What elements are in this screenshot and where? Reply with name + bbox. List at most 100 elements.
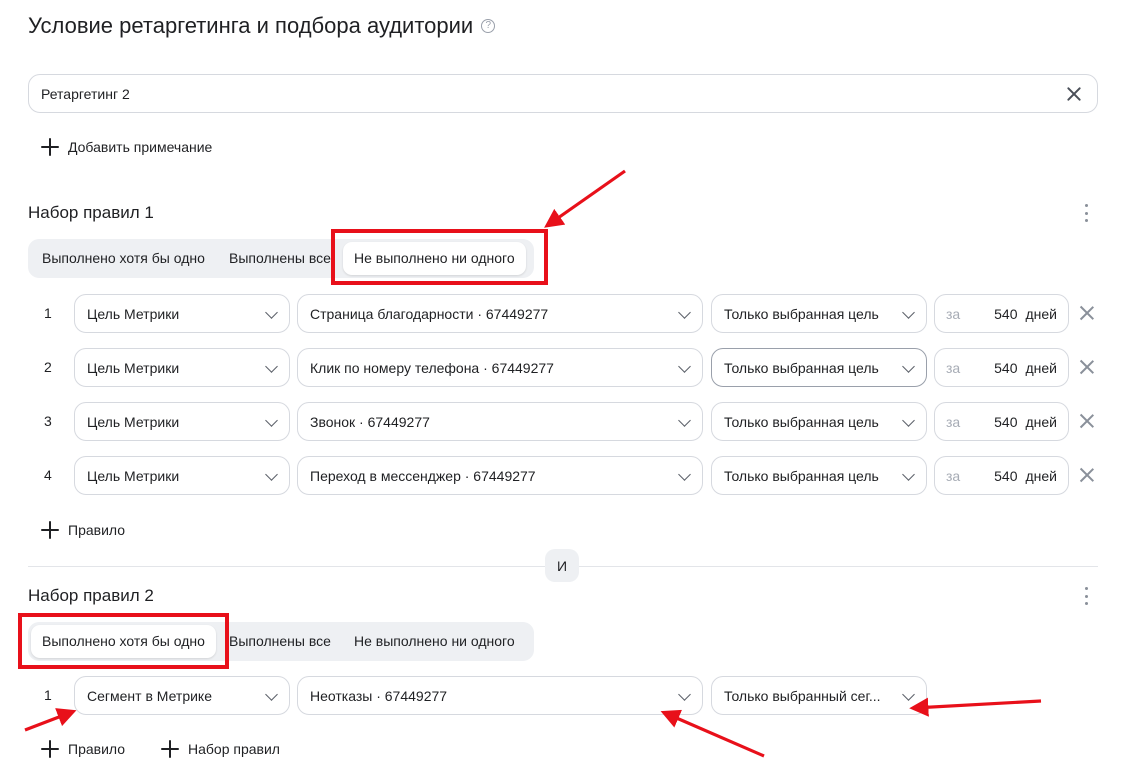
plus-icon bbox=[160, 739, 180, 759]
chevron-down-icon bbox=[902, 416, 914, 428]
add-rule-set-button[interactable]: Набор правил bbox=[160, 739, 280, 759]
period-field[interactable]: за 540 дней bbox=[934, 348, 1069, 387]
period-unit: дней bbox=[1025, 467, 1057, 484]
rule-type-select[interactable]: Цель Метрики bbox=[74, 402, 290, 441]
scope-select[interactable]: Только выбранная цель bbox=[711, 294, 927, 333]
chevron-down-icon bbox=[678, 362, 690, 374]
mode-any-tab[interactable]: Выполнено хотя бы одно bbox=[31, 242, 216, 275]
add-rule-button[interactable]: Правило bbox=[40, 739, 125, 759]
mode-all-tab[interactable]: Выполнены все bbox=[218, 625, 342, 658]
rule-type-value: Сегмент в Метрике bbox=[87, 687, 213, 704]
period-days[interactable]: 540 bbox=[970, 360, 1025, 376]
chevron-down-icon bbox=[265, 416, 277, 428]
page-title: Условие ретаргетинга и подбора аудитории… bbox=[28, 13, 496, 39]
remove-rule-icon[interactable] bbox=[1078, 358, 1096, 376]
add-rule-set-label: Набор правил bbox=[188, 741, 280, 757]
chevron-down-icon bbox=[265, 362, 277, 374]
scope-value: Только выбранная цель bbox=[724, 467, 879, 484]
plus-icon bbox=[40, 137, 60, 157]
condition-name-field[interactable] bbox=[28, 74, 1098, 113]
scope-value: Только выбранная цель bbox=[724, 359, 879, 376]
rule-type-select[interactable]: Цель Метрики bbox=[74, 456, 290, 495]
chevron-down-icon bbox=[265, 308, 277, 320]
goal-select[interactable]: Звонок · 67449277 bbox=[297, 402, 703, 441]
goal-select[interactable]: Переход в мессенджер · 67449277 bbox=[297, 456, 703, 495]
scope-select[interactable]: Только выбранная цель bbox=[711, 348, 927, 387]
period-prefix: за bbox=[946, 305, 961, 322]
chevron-down-icon bbox=[678, 416, 690, 428]
period-prefix: за bbox=[946, 413, 961, 430]
add-rule-label: Правило bbox=[68, 741, 126, 757]
chevron-down-icon bbox=[678, 308, 690, 320]
mode-all-tab[interactable]: Выполнены все bbox=[218, 242, 342, 275]
more-vertical-icon[interactable] bbox=[1082, 204, 1090, 222]
question-circle-icon[interactable]: ? bbox=[481, 19, 496, 33]
period-days[interactable]: 540 bbox=[970, 414, 1025, 430]
chevron-down-icon bbox=[678, 690, 690, 702]
goal-select[interactable]: Страница благодарности · 67449277 bbox=[297, 294, 703, 333]
period-days[interactable]: 540 bbox=[970, 468, 1025, 484]
scope-value: Только выбранная цель bbox=[724, 305, 879, 322]
rule-number: 1 bbox=[44, 687, 52, 703]
period-unit: дней bbox=[1025, 305, 1057, 322]
period-field[interactable]: за 540 дней bbox=[934, 402, 1069, 441]
period-unit: дней bbox=[1025, 359, 1057, 376]
rule-type-value: Цель Метрики bbox=[87, 467, 180, 484]
rule-number: 4 bbox=[44, 467, 52, 483]
scope-value: Только выбранная цель bbox=[724, 413, 879, 430]
rule-type-value: Цель Метрики bbox=[87, 359, 180, 376]
add-note-button[interactable]: Добавить примечание bbox=[40, 137, 212, 157]
plus-icon bbox=[40, 520, 60, 540]
scope-value: Только выбранный сег... bbox=[724, 687, 881, 704]
chevron-down-icon bbox=[902, 470, 914, 482]
remove-rule-icon[interactable] bbox=[1078, 304, 1096, 322]
period-prefix: за bbox=[946, 359, 961, 376]
goal-value: Страница благодарности · 67449277 bbox=[310, 305, 549, 322]
mode-any-tab[interactable]: Выполнено хотя бы одно bbox=[31, 625, 216, 658]
period-field[interactable]: за 540 дней bbox=[934, 294, 1069, 333]
rule-type-value: Цель Метрики bbox=[87, 413, 180, 430]
more-vertical-icon[interactable] bbox=[1082, 587, 1090, 605]
rule-type-select[interactable]: Сегмент в Метрике bbox=[74, 676, 290, 715]
goal-select[interactable]: Клик по номеру телефона · 67449277 bbox=[297, 348, 703, 387]
rule-set-2-mode-switch: Выполнено хотя бы одно Выполнены все Не … bbox=[28, 622, 534, 661]
plus-icon bbox=[40, 739, 60, 759]
mode-none-tab[interactable]: Не выполнено ни одного bbox=[343, 625, 526, 658]
rule-type-select[interactable]: Цель Метрики bbox=[74, 348, 290, 387]
rule-number: 2 bbox=[44, 359, 52, 375]
annotation-arrow bbox=[544, 169, 626, 228]
mode-none-tab[interactable]: Не выполнено ни одного bbox=[343, 242, 526, 275]
add-rule-label: Правило bbox=[68, 522, 126, 538]
chevron-down-icon bbox=[265, 690, 277, 702]
chevron-down-icon bbox=[902, 362, 914, 374]
scope-select[interactable]: Только выбранная цель bbox=[711, 456, 927, 495]
add-rule-button[interactable]: Правило bbox=[40, 520, 125, 540]
scope-select[interactable]: Только выбранный сег... bbox=[711, 676, 927, 715]
remove-rule-icon[interactable] bbox=[1078, 412, 1096, 430]
segment-value: Неотказы · 67449277 bbox=[310, 687, 448, 704]
period-field[interactable]: за 540 дней bbox=[934, 456, 1069, 495]
annotation-arrow bbox=[909, 697, 1042, 717]
chevron-down-icon bbox=[902, 690, 914, 702]
condition-name-input[interactable] bbox=[41, 85, 1063, 102]
annotation-arrow bbox=[24, 708, 77, 732]
page-title-text: Условие ретаргетинга и подбора аудитории bbox=[28, 13, 474, 38]
period-prefix: за bbox=[946, 467, 961, 484]
rule-number: 1 bbox=[44, 305, 52, 321]
annotation-arrow bbox=[660, 709, 765, 758]
rule-number: 3 bbox=[44, 413, 52, 429]
period-days[interactable]: 540 bbox=[970, 306, 1025, 322]
period-unit: дней bbox=[1025, 413, 1057, 430]
chevron-down-icon bbox=[678, 470, 690, 482]
and-connector: И bbox=[545, 549, 579, 582]
remove-rule-icon[interactable] bbox=[1078, 466, 1096, 484]
close-icon[interactable] bbox=[1063, 83, 1085, 105]
rule-set-1-title: Набор правил 1 bbox=[28, 203, 154, 222]
rule-type-select[interactable]: Цель Метрики bbox=[74, 294, 290, 333]
segment-select[interactable]: Неотказы · 67449277 bbox=[297, 676, 703, 715]
goal-value: Клик по номеру телефона · 67449277 bbox=[310, 359, 554, 376]
goal-value: Переход в мессенджер · 67449277 bbox=[310, 467, 536, 484]
rule-type-value: Цель Метрики bbox=[87, 305, 180, 322]
scope-select[interactable]: Только выбранная цель bbox=[711, 402, 927, 441]
rule-set-2-title: Набор правил 2 bbox=[28, 586, 154, 605]
